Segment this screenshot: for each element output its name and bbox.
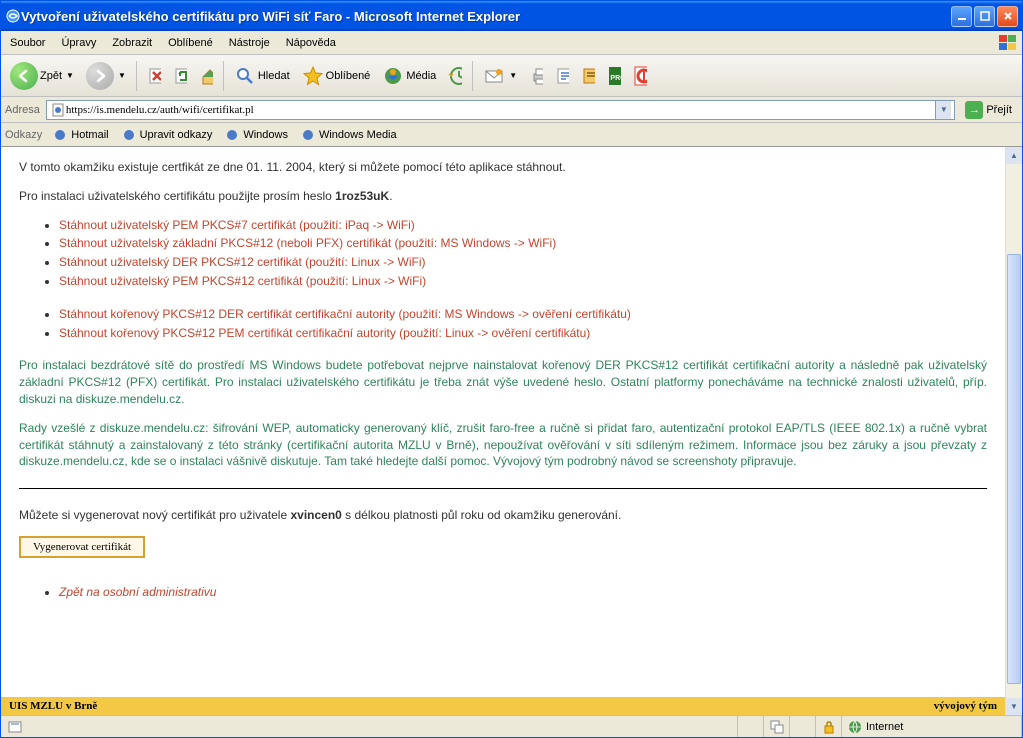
media-icon bbox=[382, 65, 404, 87]
home-button[interactable] bbox=[194, 64, 218, 88]
close-button[interactable] bbox=[997, 6, 1018, 27]
internet-zone-icon bbox=[848, 720, 862, 734]
download-pem-pkcs12[interactable]: Stáhnout uživatelský PEM PKCS#12 certifi… bbox=[59, 274, 426, 288]
menubar: Soubor Úpravy Zobrazit Oblíbené Nástroje… bbox=[1, 31, 1022, 55]
search-icon bbox=[234, 65, 256, 87]
generate-text-post: s délkou platnosti půl roku od okamžiku … bbox=[342, 508, 622, 522]
done-icon bbox=[7, 719, 23, 735]
status-zone: Internet bbox=[842, 716, 1022, 737]
cert-exists-text: V tomto okamžiku existuje certfikát ze d… bbox=[19, 160, 566, 174]
lock-icon bbox=[823, 720, 835, 734]
separator bbox=[19, 488, 987, 489]
refresh-button[interactable] bbox=[168, 64, 192, 88]
discuss-button[interactable] bbox=[576, 64, 600, 88]
generate-cert-button[interactable]: Vygenerovat certifikát bbox=[19, 536, 145, 558]
print-button[interactable] bbox=[524, 64, 548, 88]
windows-flag-icon bbox=[998, 34, 1018, 52]
scroll-down-button[interactable]: ▼ bbox=[1006, 698, 1022, 715]
vertical-scrollbar[interactable]: ▲ ▼ bbox=[1005, 147, 1022, 715]
toolbar: Zpět ▼ ▼ Hledat Oblíbené Média ▼ PRO bbox=[1, 55, 1022, 97]
scroll-thumb[interactable] bbox=[1007, 254, 1021, 684]
go-arrow-icon: → bbox=[965, 101, 983, 119]
chevron-down-icon: ▼ bbox=[66, 71, 74, 80]
ie-icon bbox=[5, 8, 21, 24]
address-dropdown-button[interactable]: ▼ bbox=[935, 101, 951, 119]
ext-button-2[interactable] bbox=[628, 64, 652, 88]
page-footer: UIS MZLU v Brně vývojový tým bbox=[1, 697, 1005, 715]
download-pem-pkcs7[interactable]: Stáhnout uživatelský PEM PKCS#7 certifik… bbox=[59, 218, 415, 232]
menu-help[interactable]: Nápověda bbox=[278, 34, 344, 52]
stop-button[interactable] bbox=[142, 64, 166, 88]
cert-password: 1roz53uK bbox=[335, 189, 389, 203]
media-button[interactable]: Média bbox=[377, 62, 441, 90]
chevron-down-icon: ▼ bbox=[509, 71, 517, 80]
download-root-pem[interactable]: Stáhnout kořenový PKCS#12 PEM certifikát… bbox=[59, 326, 590, 340]
install-notes-1: Pro instalaci bezdrátové sítě do prostře… bbox=[19, 357, 987, 407]
links-label: Odkazy bbox=[5, 129, 42, 141]
download-pkcs12-pfx[interactable]: Stáhnout uživatelský základní PKCS#12 (n… bbox=[59, 236, 556, 250]
favorites-button[interactable]: Oblíbené bbox=[297, 62, 376, 90]
download-links-user: Stáhnout uživatelský PEM PKCS#7 certifik… bbox=[59, 217, 987, 290]
link-windows[interactable]: Windows bbox=[222, 125, 290, 145]
menu-view[interactable]: Zobrazit bbox=[104, 34, 160, 52]
svg-text:PRO: PRO bbox=[611, 75, 622, 82]
back-to-admin-link[interactable]: Zpět na osobní administrativu bbox=[59, 585, 216, 599]
status-pane-1 bbox=[738, 716, 764, 737]
menu-tools[interactable]: Nástroje bbox=[221, 34, 278, 52]
address-label: Adresa bbox=[5, 104, 42, 116]
install-instruction-text: Pro instalaci uživatelského certifikátu … bbox=[19, 189, 335, 203]
generate-username: xvincen0 bbox=[290, 508, 341, 522]
address-input[interactable] bbox=[66, 104, 935, 116]
download-root-der[interactable]: Stáhnout kořenový PKCS#12 DER certifikát… bbox=[59, 307, 631, 321]
chevron-down-icon: ▼ bbox=[118, 71, 126, 80]
menu-favorites[interactable]: Oblíbené bbox=[160, 34, 221, 52]
back-button[interactable]: Zpět ▼ bbox=[5, 59, 79, 93]
status-pane-3 bbox=[790, 716, 816, 737]
window-titlebar: Vytvoření uživatelského certifikátu pro … bbox=[1, 1, 1022, 31]
footer-left: UIS MZLU v Brně bbox=[9, 700, 934, 712]
history-button[interactable] bbox=[443, 64, 467, 88]
status-pane-lock bbox=[816, 716, 842, 737]
maximize-button[interactable] bbox=[974, 6, 995, 27]
ext-button-1[interactable]: PRO bbox=[602, 64, 626, 88]
star-icon bbox=[302, 65, 324, 87]
footer-right: vývojový tým bbox=[934, 700, 997, 712]
minimize-button[interactable] bbox=[951, 6, 972, 27]
generate-text-pre: Můžete si vygenerovat nový certifikát pr… bbox=[19, 508, 290, 522]
links-bar: Odkazy Hotmail Upravit odkazy Windows Wi… bbox=[1, 123, 1022, 147]
page-content: V tomto okamžiku existuje certfikát ze d… bbox=[1, 147, 1005, 629]
edit-button[interactable] bbox=[550, 64, 574, 88]
status-pane-2 bbox=[764, 716, 790, 737]
search-button[interactable]: Hledat bbox=[229, 62, 295, 90]
forward-button[interactable]: ▼ bbox=[81, 59, 131, 93]
link-windows-media[interactable]: Windows Media bbox=[298, 125, 399, 145]
page-icon bbox=[50, 102, 66, 118]
menu-file[interactable]: Soubor bbox=[2, 34, 53, 52]
menu-edit[interactable]: Úpravy bbox=[53, 34, 104, 52]
status-main bbox=[1, 716, 738, 737]
go-button[interactable]: → Přejít bbox=[959, 99, 1018, 121]
link-edit-links[interactable]: Upravit odkazy bbox=[119, 125, 215, 145]
link-hotmail[interactable]: Hotmail bbox=[50, 125, 110, 145]
status-bar: Internet bbox=[1, 715, 1022, 737]
popup-icon bbox=[770, 720, 784, 734]
address-bar: Adresa ▼ → Přejít bbox=[1, 97, 1022, 123]
install-notes-2: Rady vzešlé z diskuze.mendelu.cz: šifrov… bbox=[19, 420, 987, 470]
scroll-up-button[interactable]: ▲ bbox=[1006, 147, 1022, 164]
download-links-root: Stáhnout kořenový PKCS#12 DER certifikát… bbox=[59, 306, 987, 342]
window-title: Vytvoření uživatelského certifikátu pro … bbox=[21, 9, 951, 24]
download-der-pkcs12[interactable]: Stáhnout uživatelský DER PKCS#12 certifi… bbox=[59, 255, 425, 269]
mail-button[interactable]: ▼ bbox=[478, 62, 522, 90]
